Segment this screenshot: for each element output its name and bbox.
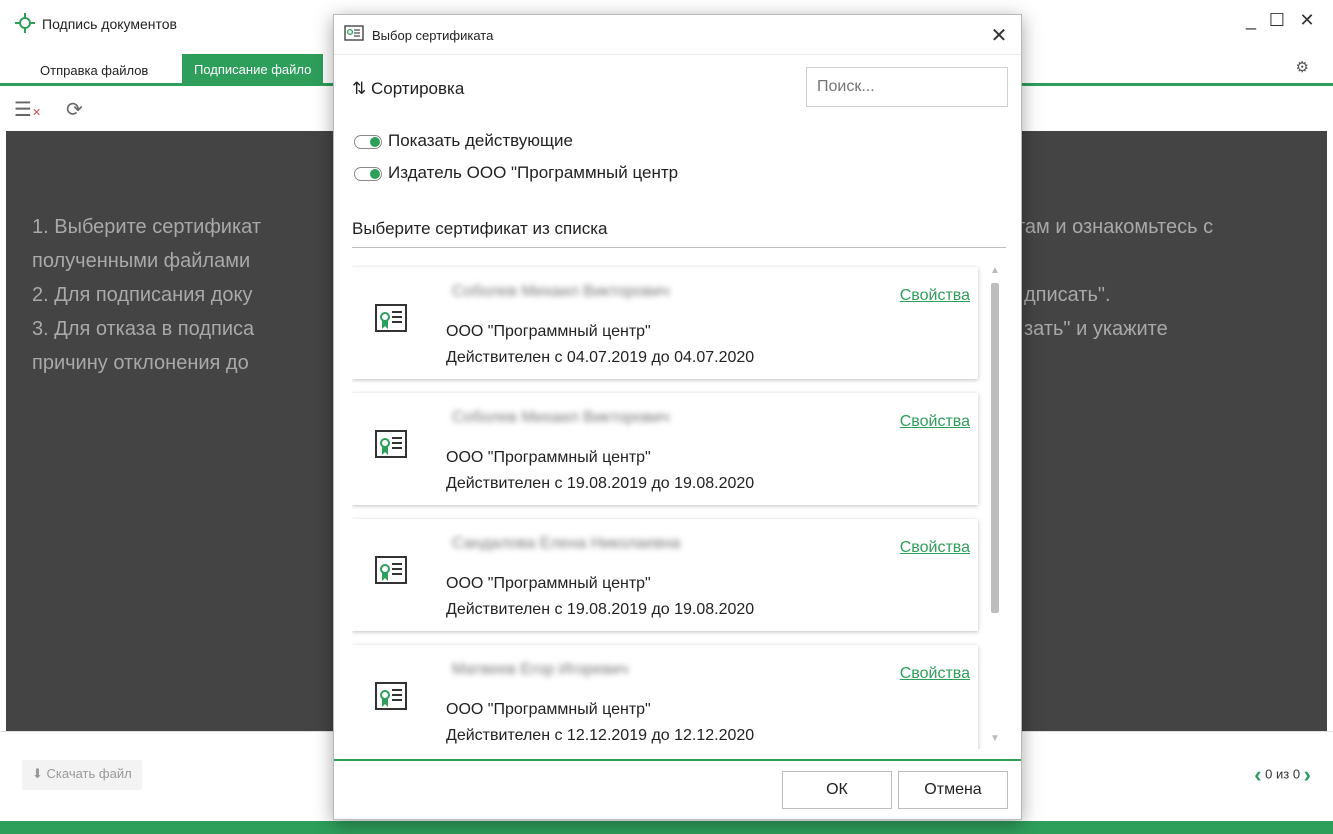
app-logo-icon xyxy=(15,13,35,33)
list-scrollbar[interactable]: ▲ ▼ xyxy=(989,265,1001,747)
pager: ‹ 0 из 0 › xyxy=(1254,762,1311,788)
scroll-up-icon[interactable]: ▲ xyxy=(989,265,1001,276)
dialog-title: Выбор сертификата xyxy=(372,28,494,43)
search-input[interactable] xyxy=(806,67,1008,107)
sort-icon: ⇅ xyxy=(352,79,367,98)
instruction-line: дписать". xyxy=(1024,284,1111,306)
properties-link[interactable]: Свойства xyxy=(900,287,970,305)
certificate-item[interactable]: Сандалова Елена Николаевна Свойства ООО … xyxy=(352,519,978,631)
certificate-owner: Сандалова Елена Николаевна xyxy=(452,535,681,552)
dialog-close-icon[interactable]: ✕ xyxy=(987,23,1011,48)
toggle-label: Показать действующие xyxy=(388,131,573,150)
toggle-issuer[interactable]: Издатель ООО "Программный центр xyxy=(354,163,678,183)
properties-link[interactable]: Свойства xyxy=(900,413,970,431)
instruction-line: причину отклонения до xyxy=(32,352,249,374)
dialog-titlebar: Выбор сертификата ✕ xyxy=(334,15,1021,55)
certificate-org: ООО "Программный центр" xyxy=(446,323,651,340)
scroll-down-icon[interactable]: ▼ xyxy=(989,733,1001,744)
tab-send-files[interactable]: Отправка файлов xyxy=(28,58,160,86)
next-page-icon[interactable]: › xyxy=(1304,762,1311,787)
instruction-line: зать" и укажите xyxy=(1024,318,1168,340)
tab-sign-files[interactable]: Подписание файло xyxy=(182,54,324,86)
status-bar xyxy=(0,821,1333,834)
sort-label: Сортировка xyxy=(370,79,465,98)
certificate-icon xyxy=(375,304,407,332)
close-window-button[interactable]: ✕ xyxy=(1292,10,1322,31)
prev-page-icon[interactable]: ‹ xyxy=(1254,762,1261,787)
window-title: Подпись документов xyxy=(42,16,177,32)
certificate-validity: Действителен с 19.08.2019 до 19.08.2020 xyxy=(446,475,755,492)
toggle-label: Издатель ООО "Программный центр xyxy=(388,163,679,182)
certificate-item[interactable]: Соболев Михаил Викторович Свойства ООО "… xyxy=(352,393,978,505)
certificate-owner: Матвеев Егор Игоревич xyxy=(452,661,629,678)
certificate-item[interactable]: Соболев Михаил Викторович Свойства ООО "… xyxy=(352,267,978,379)
certificate-icon xyxy=(375,430,407,458)
download-icon: ⬇ xyxy=(32,766,43,781)
sort-button[interactable]: ⇅ Сортировка xyxy=(352,79,464,99)
properties-link[interactable]: Свойства xyxy=(900,665,970,683)
instruction-line: 2. Для подписания доку xyxy=(32,284,253,306)
list-title: Выберите сертификат из списка xyxy=(352,219,608,238)
clear-list-icon[interactable]: ☰✕ xyxy=(14,97,41,122)
certificate-validity: Действителен с 12.12.2019 до 12.12.2020 xyxy=(446,727,755,744)
certificate-list: Соболев Михаил Викторович Свойства ООО "… xyxy=(352,265,1002,749)
certificate-icon xyxy=(375,682,407,710)
dialog-footer: ОК Отмена xyxy=(334,759,1021,819)
page-counter: 0 из 0 xyxy=(1265,766,1301,782)
download-label: Скачать файл xyxy=(46,766,132,781)
certificate-item[interactable]: Матвеев Егор Игоревич Свойства ООО "Прог… xyxy=(352,645,978,749)
instruction-line: 3. Для отказа в подписа xyxy=(32,318,255,340)
toggle-switch[interactable] xyxy=(354,134,382,149)
certificate-validity: Действителен с 19.08.2019 до 19.08.2020 xyxy=(446,601,755,618)
download-file-button[interactable]: ⬇ Скачать файл xyxy=(22,760,142,790)
certificate-org: ООО "Программный центр" xyxy=(446,701,651,718)
properties-link[interactable]: Свойства xyxy=(900,539,970,557)
ok-button[interactable]: ОК xyxy=(782,771,892,809)
scrollbar-thumb[interactable] xyxy=(991,283,999,613)
certificate-icon xyxy=(344,25,364,41)
refresh-icon[interactable]: ⟳ xyxy=(66,97,83,122)
divider xyxy=(352,247,1006,248)
certificate-icon xyxy=(375,556,407,584)
certificate-org: ООО "Программный центр" xyxy=(446,449,651,466)
certificate-validity: Действителен с 04.07.2019 до 04.07.2020 xyxy=(446,349,755,366)
maximize-button[interactable]: ☐ xyxy=(1262,10,1292,31)
instruction-line: 1. Выберите сертификат xyxy=(32,216,262,238)
cancel-button[interactable]: Отмена xyxy=(898,771,1008,809)
certificate-owner: Соболев Михаил Викторович xyxy=(452,409,670,426)
toggle-switch[interactable] xyxy=(354,166,382,181)
certificate-dialog: Выбор сертификата ✕ ⇅ Сортировка Показат… xyxy=(333,14,1022,820)
settings-gear-icon[interactable]: ⚙ xyxy=(1296,58,1309,76)
certificate-org: ООО "Программный центр" xyxy=(446,575,651,592)
instruction-line: там и ознакомьтесь с xyxy=(1016,216,1214,238)
certificate-owner: Соболев Михаил Викторович xyxy=(452,283,670,300)
instruction-line: полученными файлами xyxy=(32,250,251,272)
toggle-show-valid[interactable]: Показать действующие xyxy=(354,131,573,151)
